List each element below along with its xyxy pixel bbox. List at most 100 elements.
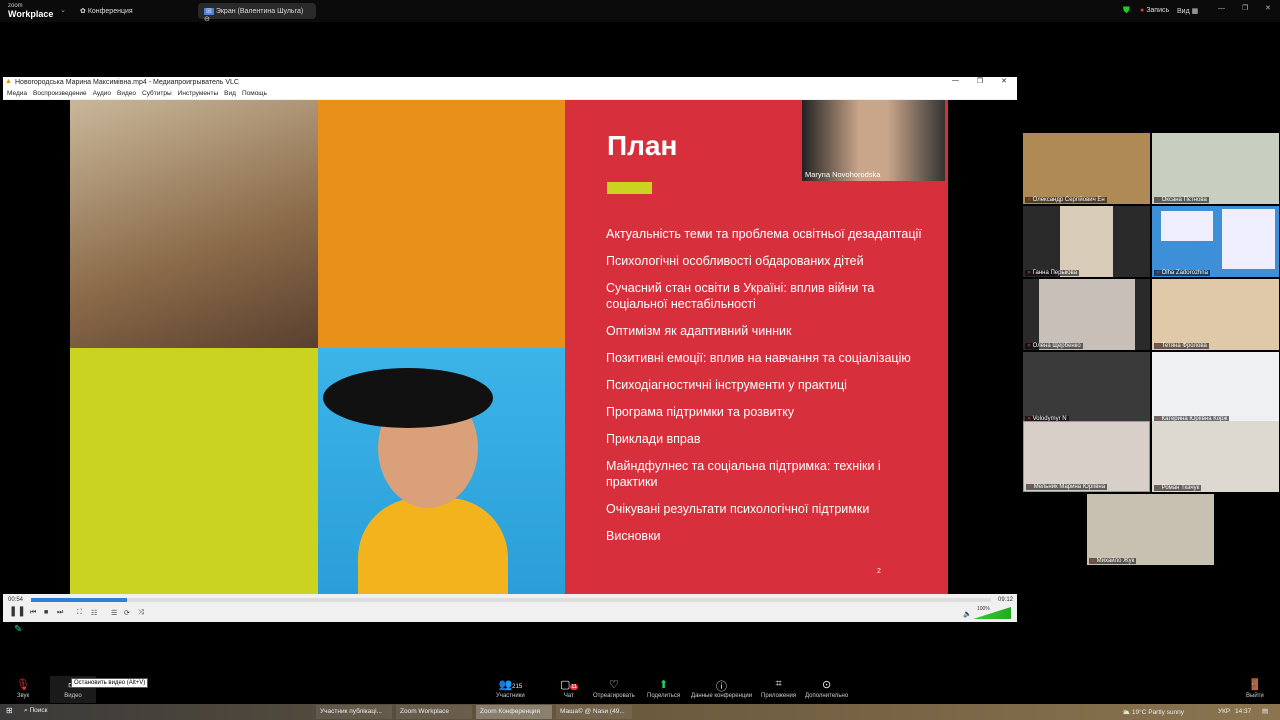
page-number: 2	[877, 568, 881, 575]
participant-gallery: Олександр Сергійович Ен Оксана Пєтнова Г…	[1023, 133, 1279, 566]
notifications-icon[interactable]: ▤	[1262, 707, 1268, 715]
participant-tile[interactable]: Олександр Сергійович Ен	[1023, 133, 1150, 204]
orange-block	[318, 100, 565, 348]
vlc-title-bar: ▲ Новогородська Марина Максимівна.mp4 - …	[3, 77, 1017, 88]
chat-icon: ▢11	[560, 679, 578, 691]
pause-icon[interactable]: ❚❚	[9, 606, 26, 617]
list-item: Психодіагностичні інструменти у практиці	[606, 378, 847, 392]
list-item: Висновки	[606, 529, 661, 543]
slide-title: План	[607, 130, 678, 161]
language-indicator[interactable]: УКР	[1218, 708, 1230, 715]
list-item: Оптимізм як адаптивний чинник	[606, 324, 792, 338]
menu-help[interactable]: Помощь	[242, 90, 267, 97]
menu-media[interactable]: Медиа	[7, 90, 27, 97]
fullscreen-icon[interactable]: ⛶	[77, 609, 82, 617]
list-item: Очікувані результати психологічної підтр…	[606, 502, 870, 516]
minimize-icon[interactable]: —	[1218, 5, 1225, 12]
loop-icon[interactable]: ⟳	[124, 609, 130, 617]
menu-subtitles[interactable]: Субтитры	[142, 90, 172, 97]
seek-bar[interactable]	[31, 598, 991, 602]
apps-button[interactable]: ⌗ Приложения	[761, 678, 796, 699]
leave-button[interactable]: 🚪 Выйти	[1246, 678, 1264, 699]
weather-widget[interactable]: ⛅ 19°C Partly sunny	[1122, 708, 1184, 716]
list-item: Майндфулнес та соціальна підтримка: техн…	[606, 459, 881, 489]
list-item: Сучасний стан освіти в Україні: вплив ві…	[606, 281, 875, 311]
vlc-minimize-icon[interactable]: —	[952, 77, 959, 84]
heart-icon: ♡	[608, 679, 619, 691]
chat-button[interactable]: ▢11 Чат	[560, 678, 578, 699]
video-area[interactable]: План Актуальність теми та проблема освіт…	[3, 100, 1017, 594]
list-item: Приклади вправ	[606, 432, 701, 446]
close-icon[interactable]: ✕	[1265, 4, 1271, 12]
leave-icon: 🚪	[1248, 679, 1262, 691]
participant-tile[interactable]: Olha Zadorozhna	[1152, 206, 1279, 277]
vlc-cone-icon: ▲	[5, 78, 12, 85]
speaker-webcam: Maryna Novohorodska	[802, 100, 945, 181]
participant-tile[interactable]: Роман Ткачук	[1152, 421, 1279, 492]
smiling-woman-photo	[318, 348, 565, 594]
menu-playback[interactable]: Воспроизведение	[33, 90, 87, 97]
previous-icon[interactable]: ⏮	[30, 609, 36, 617]
options-icon[interactable]: ⊖	[204, 16, 210, 23]
windows-start-icon[interactable]: ⊞	[6, 706, 13, 715]
stop-icon[interactable]: ■	[44, 609, 48, 616]
annotate-pen-icon[interactable]: ✎	[14, 624, 22, 635]
taskbar-zoom-workplace[interactable]: Zoom Workplace	[396, 705, 472, 719]
participant-tile[interactable]: Ганна Перькова	[1023, 206, 1150, 277]
screen-share-indicator[interactable]: ⊞ Экран (Валентина Шульга) ⊖	[198, 3, 316, 23]
more-button[interactable]: ⊙ Дополнительно	[805, 678, 848, 699]
zoom-toolbar: 🎙Звук ▭Видео Остановить видео (Alt+V) 👥2…	[0, 676, 1280, 704]
tooltip: Остановить видео (Alt+V)	[71, 678, 149, 688]
seek-progress	[31, 598, 127, 602]
menu-audio[interactable]: Аудио	[93, 90, 111, 97]
next-icon[interactable]: ⏭	[57, 609, 63, 617]
shuffle-icon[interactable]: ⤨	[138, 609, 144, 617]
accent-bar	[607, 182, 652, 194]
playlist-icon[interactable]: ☰	[111, 609, 117, 617]
zoom-logo: zoom Workplace	[8, 3, 54, 19]
extended-settings-icon[interactable]: ☷	[91, 609, 97, 617]
meeting-icon: ✿	[80, 8, 88, 15]
record-indicator[interactable]: ● Запись	[1140, 7, 1169, 14]
view-button[interactable]: Вид ▦	[1177, 7, 1198, 15]
security-shield-icon[interactable]: ⛊	[1123, 5, 1130, 16]
menu-view[interactable]: Вид	[224, 90, 236, 97]
list-item: Програма підтримки та розвитку	[606, 405, 795, 419]
menu-video[interactable]: Видео	[117, 90, 136, 97]
taskbar-zoom-meeting[interactable]: Zoom Конференция	[476, 705, 552, 719]
list-item: Психологічні особливості обдарованих діт…	[606, 254, 864, 268]
share-icon: ⊞	[204, 8, 214, 15]
speaker-icon[interactable]: 🔈	[963, 610, 972, 618]
participant-tile[interactable]: Олена Щербенко	[1023, 279, 1150, 350]
participant-tile[interactable]: Оксана Пєтнова	[1152, 133, 1279, 204]
apps-icon: ⌗	[775, 678, 782, 690]
taskbar-browser[interactable]: Маша© @ Nasи (49...	[556, 705, 632, 719]
taskbar-search[interactable]: ⌕ Поиск	[24, 707, 47, 715]
taskbar-chrome[interactable]: Участник публікаці...	[316, 705, 392, 719]
meeting-info-button[interactable]: ⓘ Данные конференции	[691, 678, 752, 699]
audio-button[interactable]: 🎙 Звук	[16, 678, 30, 699]
info-icon: ⓘ	[716, 681, 728, 693]
menu-tools[interactable]: Инструменты	[178, 90, 219, 97]
zoom-top-bar: zoom Workplace ⌄ ✿ Конференция ⊞ Экран (В…	[0, 0, 1280, 23]
meeting-menu[interactable]: ✿ Конференция	[80, 7, 133, 15]
share-button[interactable]: ⬆ Поделиться	[647, 678, 680, 699]
more-icon: ⊙	[821, 679, 832, 691]
vlc-window: ▲ Новогородська Марина Максимівна.mp4 - …	[3, 77, 1017, 622]
plan-slide: План Актуальність теми та проблема освіт…	[565, 100, 948, 594]
participant-tile[interactable]: Volodymyr N	[1023, 352, 1150, 423]
participant-tile-active-speaker[interactable]: Мельник Марина Юріївна	[1023, 421, 1150, 492]
chevron-down-icon[interactable]: ⌄	[60, 6, 66, 14]
react-button[interactable]: ♡ Отреагировать	[593, 678, 635, 699]
maximize-icon[interactable]: ❐	[1242, 4, 1248, 12]
participant-tile[interactable]: Михайло Жук	[1087, 494, 1214, 565]
lime-block	[70, 348, 318, 594]
list-item: Актуальність теми та проблема освітньої …	[606, 227, 922, 241]
clock[interactable]: 14:37	[1235, 708, 1251, 715]
windows-taskbar: ⊞ ⌕ Поиск Участник публікаці... Zoom Wor…	[0, 704, 1280, 720]
vlc-maximize-icon[interactable]: ❐	[977, 77, 983, 85]
vlc-close-icon[interactable]: ✕	[1001, 77, 1007, 85]
participant-tile[interactable]: Катерина Юріївна Корж	[1152, 352, 1279, 423]
participant-tile[interactable]: Тетяна Фролова	[1152, 279, 1279, 350]
participants-button[interactable]: 👥215 Участники	[496, 678, 525, 699]
